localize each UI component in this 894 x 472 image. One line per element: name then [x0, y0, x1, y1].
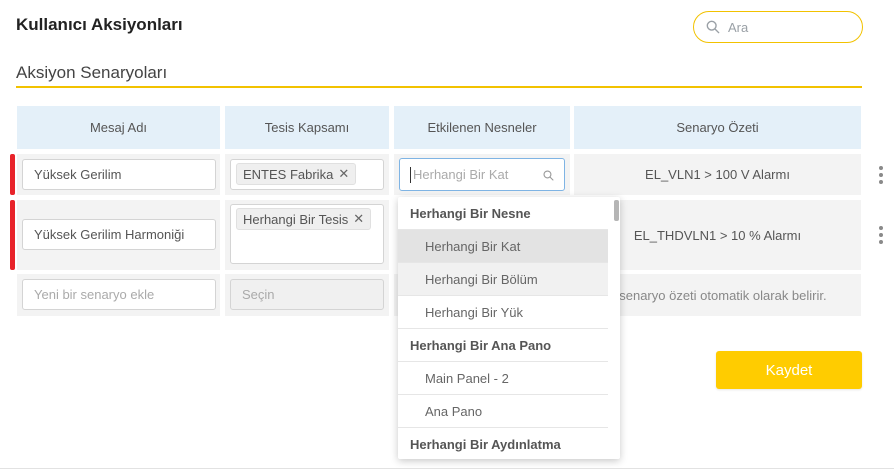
search-box[interactable]	[693, 11, 863, 43]
search-icon	[706, 20, 720, 34]
close-icon[interactable]: ✕	[338, 166, 349, 182]
scenario-summary: EL_VLN1 > 100 V Alarmı	[645, 167, 790, 182]
dropdown-option[interactable]: Herhangi Bir Yük	[398, 296, 608, 329]
bottom-divider	[0, 468, 894, 469]
more-vertical-icon[interactable]	[879, 166, 883, 184]
dropdown-option[interactable]: Main Panel - 2	[398, 362, 608, 395]
dropdown-group-header: Herhangi Bir Nesne	[398, 197, 608, 230]
page: Kullanıcı Aksiyonları Aksiyon Senaryolar…	[0, 0, 894, 472]
dropdown-scrollbar[interactable]	[614, 200, 619, 454]
section-title: Aksiyon Senaryoları	[16, 63, 168, 82]
affected-objects-dropdown: Herhangi Bir Nesne Herhangi Bir Kat Herh…	[398, 197, 620, 459]
dropdown-option[interactable]: Ana Pano	[398, 395, 608, 428]
dropdown-option[interactable]: Herhangi Bir Kat	[398, 230, 608, 263]
message-name-input[interactable]: Yüksek Gerilim Harmoniği	[22, 219, 216, 250]
message-name-input[interactable]: Yüksek Gerilim	[22, 159, 216, 190]
summary-hint: nsenaryo özeti otomatik olarak belirir.	[612, 287, 827, 303]
facility-tag: Herhangi Bir Tesis ✕	[236, 208, 372, 230]
scrollbar-thumb[interactable]	[614, 200, 619, 221]
affected-objects-placeholder: Herhangi Bir Kat	[413, 167, 509, 182]
column-header-summary: Senaryo Özeti	[574, 106, 861, 149]
row-marker	[10, 154, 15, 195]
page-title: Kullanıcı Aksiyonları	[16, 15, 183, 34]
more-vertical-icon[interactable]	[879, 226, 883, 244]
column-header-message: Mesaj Adı	[17, 106, 220, 149]
facility-select-disabled: Seçin	[230, 279, 384, 310]
column-header-objects: Etkilenen Nesneler	[394, 106, 570, 149]
facility-tag-label: ENTES Fabrika	[243, 166, 334, 182]
affected-objects-search[interactable]: Herhangi Bir Kat	[399, 158, 565, 191]
dropdown-group-header: Herhangi Bir Aydınlatma	[398, 428, 608, 459]
facility-tag: ENTES Fabrika ✕	[236, 163, 357, 185]
dropdown-option[interactable]: Herhangi Bir Bölüm	[398, 263, 608, 296]
search-input[interactable]	[728, 19, 838, 35]
new-scenario-input[interactable]: Yeni bir senaryo ekle	[22, 279, 216, 310]
text-cursor	[410, 166, 411, 183]
column-header-facility: Tesis Kapsamı	[225, 106, 389, 149]
close-icon[interactable]: ✕	[353, 211, 364, 227]
dropdown-group-header: Herhangi Bir Ana Pano	[398, 329, 608, 362]
facility-tag-label: Herhangi Bir Tesis	[243, 211, 349, 227]
section-divider	[16, 86, 862, 88]
search-icon	[543, 170, 554, 181]
save-button[interactable]: Kaydet	[716, 351, 862, 389]
row-marker	[10, 200, 15, 270]
